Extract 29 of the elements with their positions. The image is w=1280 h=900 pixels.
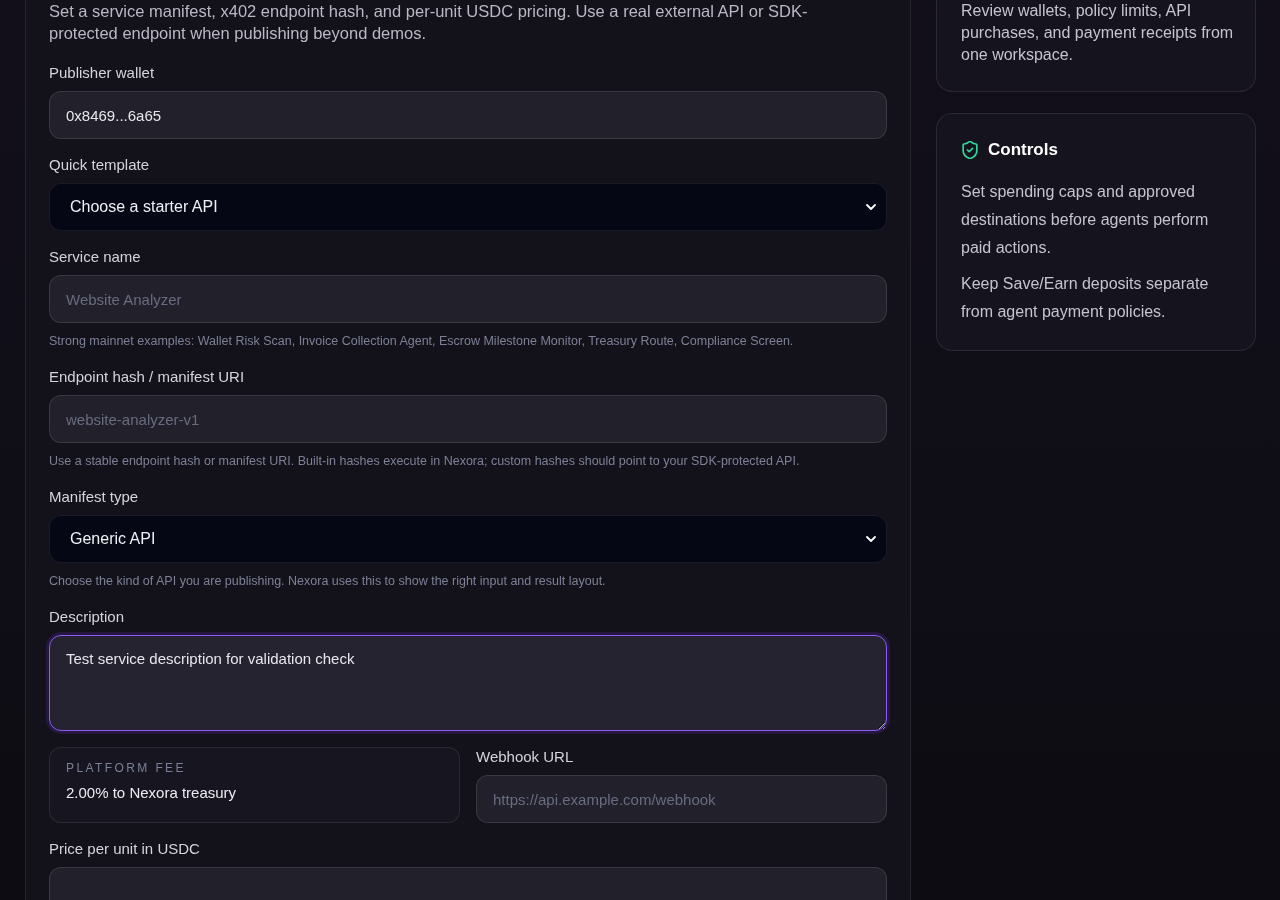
select-dropdown[interactable]: Choose a starter API bbox=[49, 183, 887, 231]
fee-label: PLATFORM FEE bbox=[66, 760, 187, 776]
field-label: Publisher wallet bbox=[49, 63, 156, 83]
card-text: Review wallets, policy limits, API purchases, and payment receipts from one workspace. bbox=[961, 1, 1235, 65]
webhook-input[interactable]: https://api.example.com/webhook bbox=[476, 775, 887, 823]
select-dropdown[interactable]: Generic API bbox=[49, 515, 887, 563]
field-label: Service name bbox=[49, 247, 142, 267]
helper-text: Choose the kind of API you are publishing. Nexora uses this to show the right input and result layout. bbox=[49, 573, 607, 590]
fee-value: 2.00% to Nexora treasury bbox=[66, 783, 238, 803]
field-label: Price per unit in USDC bbox=[49, 839, 201, 859]
shield-check-icon bbox=[961, 141, 979, 159]
helper-text: Strong mainnet examples: Wallet Risk Scan, Invoice Collection Agent, Escrow Milestone Monitor, Treasury Route, Compliance Screen. bbox=[49, 333, 795, 350]
field-label: Webhook URL bbox=[476, 747, 575, 767]
chevron-down-icon bbox=[866, 204, 876, 210]
text-input[interactable]: website-analyzer-v1 bbox=[49, 395, 887, 443]
card-text: Keep Save/Earn deposits separate from agent payment policies. bbox=[961, 274, 1210, 322]
field-label: Quick template bbox=[49, 155, 151, 175]
textarea-field[interactable]: Test service description for validation check bbox=[49, 635, 887, 731]
field-label: Description bbox=[49, 607, 126, 627]
text-input[interactable]: Website Analyzer bbox=[49, 275, 887, 323]
card-title: Controls bbox=[988, 139, 1058, 162]
chevron-down-icon bbox=[866, 536, 876, 542]
card-text: Set spending caps and approved destinations before agents perform paid actions. bbox=[961, 182, 1210, 258]
field-label: Endpoint hash / manifest URI bbox=[49, 367, 246, 387]
price-input[interactable] bbox=[49, 867, 887, 900]
helper-text: Use a stable endpoint hash or manifest URI. Built-in hashes execute in Nexora; custom hashes should point to your SDK-protected API. bbox=[49, 453, 801, 470]
text-input[interactable]: 0x8469...6a65 bbox=[49, 91, 887, 139]
field-label: Manifest type bbox=[49, 487, 140, 507]
intro-text: Set a service manifest, x402 endpoint hash, and per-unit USDC pricing. Use a real external API or SDK-protected endpoint when publishing beyond demos. bbox=[49, 1, 809, 44]
